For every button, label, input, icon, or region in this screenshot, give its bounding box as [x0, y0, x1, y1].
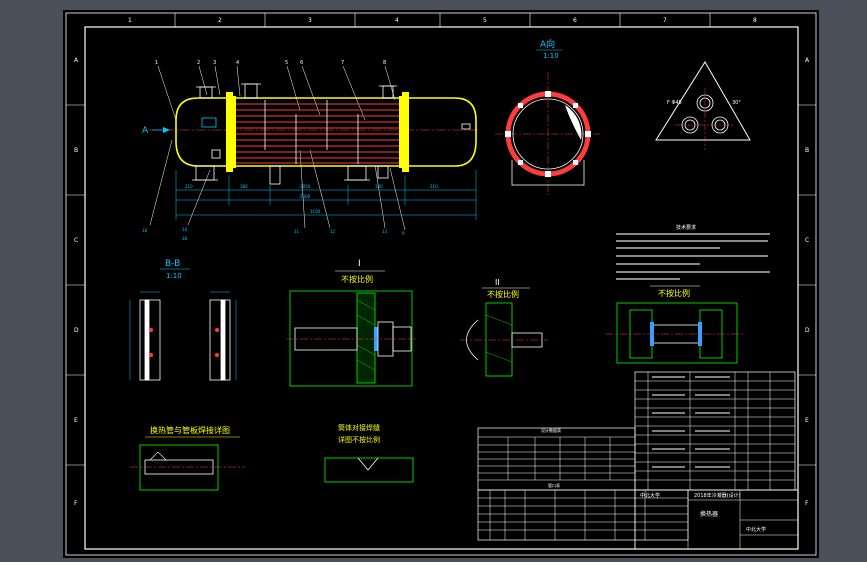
svg-text:14: 14 — [182, 227, 188, 232]
border-letter: E — [74, 417, 78, 424]
border-number: 3 — [308, 17, 312, 24]
svg-text:6: 6 — [300, 60, 303, 66]
svg-text:3: 3 — [213, 60, 216, 66]
tech-req-title: 技术要求 — [676, 224, 696, 231]
border-number: 4 — [395, 17, 399, 24]
svg-text:380: 380 — [240, 184, 248, 189]
svg-text:3100: 3100 — [310, 209, 321, 214]
bb-title: B-B — [165, 259, 180, 269]
border-letter: D — [805, 327, 810, 334]
svg-text:2000: 2000 — [300, 194, 311, 199]
svg-text:18: 18 — [142, 228, 148, 233]
svg-text:8: 8 — [383, 60, 386, 66]
border-number: 6 — [573, 17, 577, 24]
cad-viewport[interactable]: A B C D E F A B C D E F 1 2 3 4 5 6 7 8 — [0, 0, 867, 562]
detail2-title: II — [495, 278, 500, 287]
border-letter: E — [805, 417, 809, 424]
svg-text:1: 1 — [155, 60, 158, 66]
tube-weld-title: 换热管与管板焊接详图 — [150, 425, 230, 435]
svg-text:18: 18 — [182, 236, 188, 241]
border-letter: D — [74, 327, 79, 334]
school-name: 中北大学 — [640, 492, 660, 499]
detail1-title: I — [358, 259, 361, 269]
svg-text:1050: 1050 — [300, 184, 311, 189]
layout-dim-text: F Φ45 — [667, 100, 682, 106]
a-view-title: A向 — [540, 38, 555, 50]
nozzle-table-title: 管口表 — [548, 482, 560, 488]
a-view-scale: 1:10 — [543, 52, 559, 60]
detail2-scale: 不按比例 — [487, 289, 519, 299]
svg-text:210: 210 — [185, 184, 193, 189]
border-number: 5 — [483, 17, 487, 24]
section-arrow-label: A — [142, 126, 149, 136]
border-number: 2 — [218, 17, 222, 24]
drawing-sheet — [63, 10, 819, 558]
title-name: 换热器 — [700, 510, 718, 518]
drawing-name: 2018年冷凝器(设计) — [694, 492, 741, 499]
svg-text:7: 7 — [341, 60, 344, 66]
shell-weld-title2: 详图不按比例 — [338, 435, 380, 444]
border-number: 7 — [663, 17, 667, 24]
border-letter: F — [74, 500, 78, 507]
border-letter: B — [74, 147, 78, 154]
layout-dim-text: 30° — [732, 100, 741, 106]
detail3-scale: 不按比例 — [658, 288, 690, 298]
bb-scale: 1:10 — [166, 272, 182, 280]
svg-text:12: 12 — [330, 229, 336, 234]
border-letter: F — [805, 500, 809, 507]
school-name-2: 中北大学 — [746, 526, 766, 533]
shell-weld-title1: 筒体对接焊缝 — [338, 423, 380, 432]
tech-req-lines — [616, 233, 770, 280]
border-letter: B — [805, 147, 809, 154]
detail1-tube-sheet — [356, 292, 376, 384]
svg-text:210: 210 — [430, 184, 438, 189]
svg-text:380: 380 — [375, 184, 383, 189]
border-letter: C — [805, 237, 809, 244]
svg-text:5: 5 — [285, 60, 288, 66]
border-number: 1 — [128, 17, 132, 24]
border-letter: C — [74, 237, 78, 244]
svg-text:11: 11 — [294, 229, 300, 234]
svg-text:2: 2 — [197, 60, 200, 66]
svg-text:4: 4 — [236, 60, 239, 66]
border-number: 8 — [753, 17, 757, 24]
svg-text:13: 13 — [382, 229, 388, 234]
detail1-scale: 不按比例 — [341, 274, 373, 284]
design-data-title: 设计数据表 — [541, 427, 561, 433]
